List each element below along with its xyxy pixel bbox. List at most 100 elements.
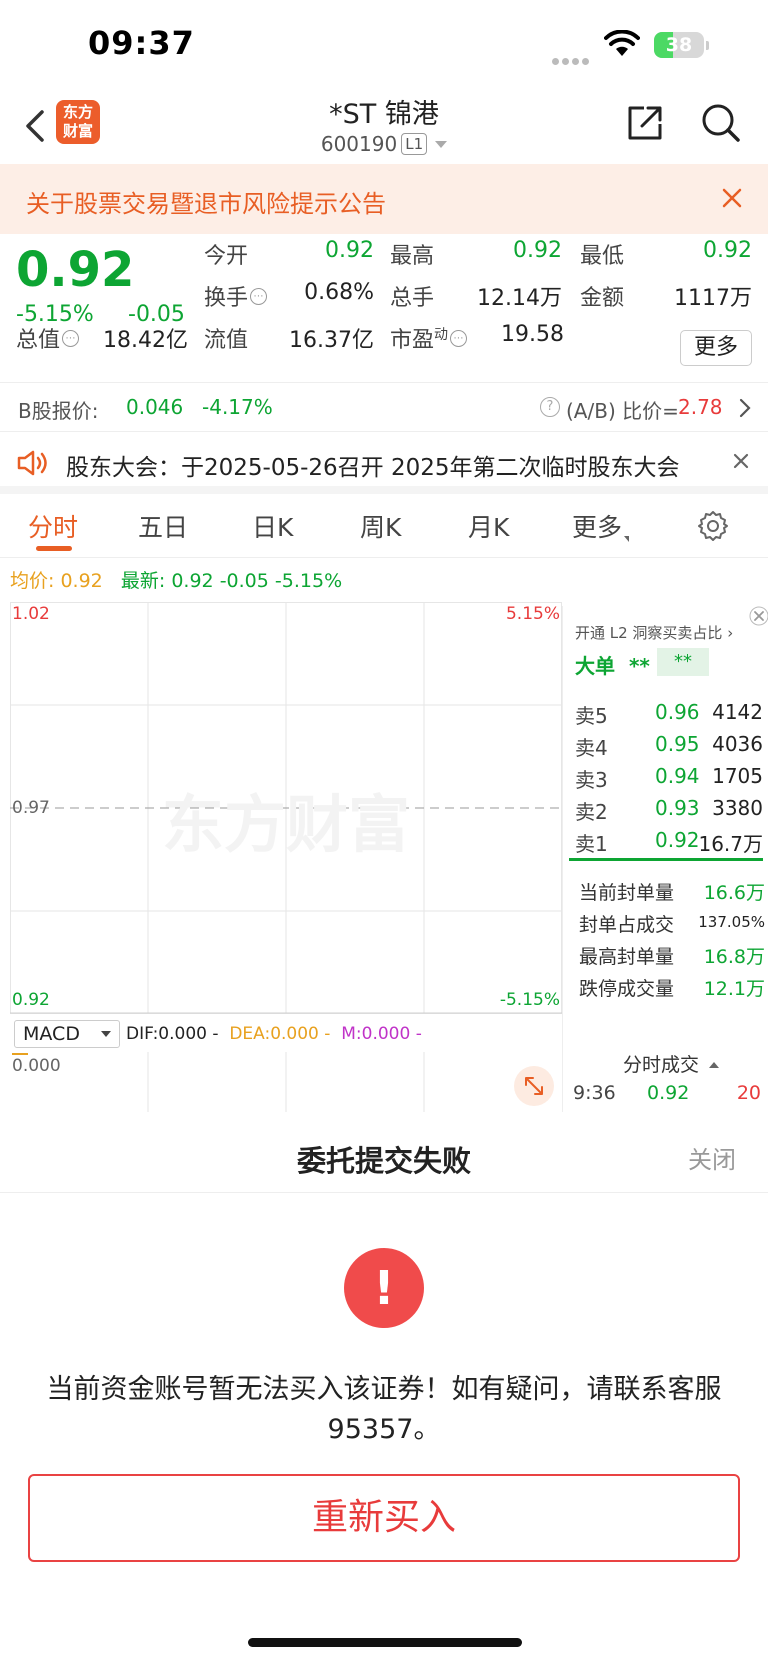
close-button[interactable]: 关闭 xyxy=(688,1140,736,1175)
status-bar: 09:37 38 xyxy=(0,0,768,90)
speaker-icon xyxy=(17,450,47,476)
ask-price: 0.93 xyxy=(655,796,700,820)
more-button[interactable]: 更多 xyxy=(680,330,752,366)
ask-label: 卖5 xyxy=(575,704,608,728)
current-price: 0.92 xyxy=(16,242,135,298)
last-price-value: 0.92 xyxy=(171,570,214,592)
tick-volume: 20 xyxy=(736,1082,761,1104)
cellular-signal-icon xyxy=(552,50,592,69)
last-change: -0.05 xyxy=(219,570,269,592)
float-cap-value: 16.37亿 xyxy=(289,328,374,353)
seal-value: 16.6万 xyxy=(703,882,765,904)
pe-label-text: 市盈 xyxy=(390,328,435,353)
intraday-chart[interactable]: 东方财富 1.02 5.15% 0.97 0.92 -5.15% xyxy=(10,602,562,1014)
macd-dea: DEA:0.000 - xyxy=(229,1024,331,1044)
float-cap-label: 流值 xyxy=(204,328,249,353)
ask-label: 卖1 xyxy=(575,832,608,856)
order-failed-sheet: 委托提交失败 关闭 ! 当前资金账号暂无法买入该证券！如有疑问，请联系客服953… xyxy=(0,1112,768,1662)
share-icon[interactable] xyxy=(624,102,666,144)
total-cap-value: 18.42亿 xyxy=(103,328,188,353)
seal-label: 当前封单量 xyxy=(579,882,675,904)
volume-label: 总手 xyxy=(390,286,435,311)
active-tab-indicator xyxy=(36,546,72,551)
ask-row-4: 卖4 0.95 4036 xyxy=(575,732,763,760)
info-icon[interactable]: ⋯ xyxy=(250,288,268,305)
alert-icon: ! xyxy=(344,1248,424,1328)
price-max-label: 1.02 xyxy=(12,604,50,624)
tab-weekly-k[interactable]: 周K xyxy=(360,508,401,544)
quote-panel: 0.92 -5.15% -0.05 今开 0.92 最高 0.92 最低 0.9… xyxy=(0,234,768,380)
ask-price: 0.96 xyxy=(655,700,700,724)
price-summary-line: 均价: 0.92 最新: 0.92 -0.05 -5.15% xyxy=(10,566,342,593)
big-order-value: ** xyxy=(628,654,650,678)
macd-values: DIF:0.000 - DEA:0.000 - M:0.000 - xyxy=(126,1024,422,1044)
tab-daily-k[interactable]: 日K xyxy=(252,508,293,544)
ask-volume: 3380 xyxy=(712,796,763,820)
ask-row-5: 卖5 0.96 4142 xyxy=(575,700,763,728)
close-icon[interactable] xyxy=(720,186,744,210)
macd-zero-label: 0.000 xyxy=(12,1056,61,1076)
notice-text[interactable]: 关于股票交易暨退市风险提示公告 xyxy=(26,184,386,219)
ask-volume: 4036 xyxy=(712,732,763,756)
battery-cap xyxy=(706,41,709,50)
chevron-right-icon[interactable] xyxy=(738,397,752,419)
pe-label[interactable]: 市盈动 ⋯ xyxy=(390,322,468,354)
sheet-title: 委托提交失败 xyxy=(296,1144,471,1178)
pe-value: 19.58 xyxy=(501,322,564,347)
chart-tabs: 分时 五日 日K 周K 月K 更多 xyxy=(0,494,768,558)
ask-label: 卖4 xyxy=(575,736,608,760)
close-icon[interactable] xyxy=(732,452,750,470)
home-indicator[interactable] xyxy=(248,1638,522,1647)
macd-m: M:0.000 - xyxy=(341,1024,422,1044)
seal-label: 跌停成交量 xyxy=(579,978,675,1000)
close-icon[interactable] xyxy=(749,606,768,626)
order-book-divider xyxy=(569,858,763,861)
tab-monthly-k[interactable]: 月K xyxy=(468,508,509,544)
open-label: 今开 xyxy=(204,244,249,269)
sheet-divider xyxy=(0,1192,768,1193)
total-cap-label-text: 总值 xyxy=(16,328,61,353)
tab-more-label: 更多 xyxy=(572,513,623,542)
seal-label: 最高封单量 xyxy=(579,946,675,968)
search-icon[interactable] xyxy=(700,102,742,144)
big-order-masked: ** xyxy=(657,648,709,676)
open-value: 0.92 xyxy=(325,238,374,263)
b-share-percent: -4.17% xyxy=(202,395,273,419)
chevron-down-icon xyxy=(101,1031,111,1037)
meeting-text[interactable]: 股东大会：于2025-05-26召开 2025年第二次临时股东大会 xyxy=(66,448,686,482)
seal-row: 跌停成交量 12.1万 xyxy=(579,974,765,1002)
tick-time: 9:36 xyxy=(573,1082,616,1104)
ask-row-2: 卖2 0.93 3380 xyxy=(575,796,763,824)
error-message: 当前资金账号暂无法买入该证券！如有疑问，请联系客服95357。 xyxy=(46,1374,722,1445)
help-icon[interactable]: ? xyxy=(540,397,560,417)
price-min-label: 0.92 xyxy=(12,990,50,1010)
total-cap-label[interactable]: 总值 ⋯ xyxy=(16,322,80,354)
seal-value: 12.1万 xyxy=(703,978,765,1000)
turnover-label-text: 换手 xyxy=(204,286,249,311)
tick-trades-header[interactable]: 分时成交 xyxy=(623,1050,720,1077)
turnover-label[interactable]: 换手 ⋯ xyxy=(204,280,268,312)
retry-buy-button[interactable]: 重新买入 xyxy=(28,1474,740,1562)
info-icon[interactable]: ⋯ xyxy=(62,330,80,347)
caret-up-icon xyxy=(709,1062,720,1068)
tab-more[interactable]: 更多 xyxy=(572,508,630,544)
expand-icon[interactable] xyxy=(514,1066,554,1106)
ab-ratio-label: (A/B) 比价= xyxy=(566,399,679,423)
status-time: 09:37 xyxy=(88,24,195,62)
b-share-row[interactable]: B股报价: 0.046 -4.17% ? (A/B) 比价= 2.78 xyxy=(0,382,768,432)
l2-promo-link[interactable]: 开通 L2 洞察买卖占比 › xyxy=(575,622,733,643)
battery-icon: 38 xyxy=(654,32,704,58)
meeting-announcement[interactable]: 股东大会：于2025-05-26召开 2025年第二次临时股东大会 xyxy=(0,432,768,494)
battery-level: 38 xyxy=(665,34,693,56)
tick-trades-label: 分时成交 xyxy=(623,1054,700,1076)
info-icon[interactable]: ⋯ xyxy=(450,330,468,347)
tab-five-day[interactable]: 五日 xyxy=(138,508,188,544)
ask-label: 卖2 xyxy=(575,800,608,824)
amount-label: 金额 xyxy=(580,286,625,311)
price-mid-label: 0.97 xyxy=(12,798,50,818)
indicator-select[interactable]: MACD xyxy=(14,1020,120,1048)
gear-icon[interactable] xyxy=(697,510,729,542)
risk-notice-banner[interactable]: 关于股票交易暨退市风险提示公告 xyxy=(0,164,768,234)
tab-intraday[interactable]: 分时 xyxy=(28,508,78,544)
avg-price-label: 均价: xyxy=(10,570,55,592)
